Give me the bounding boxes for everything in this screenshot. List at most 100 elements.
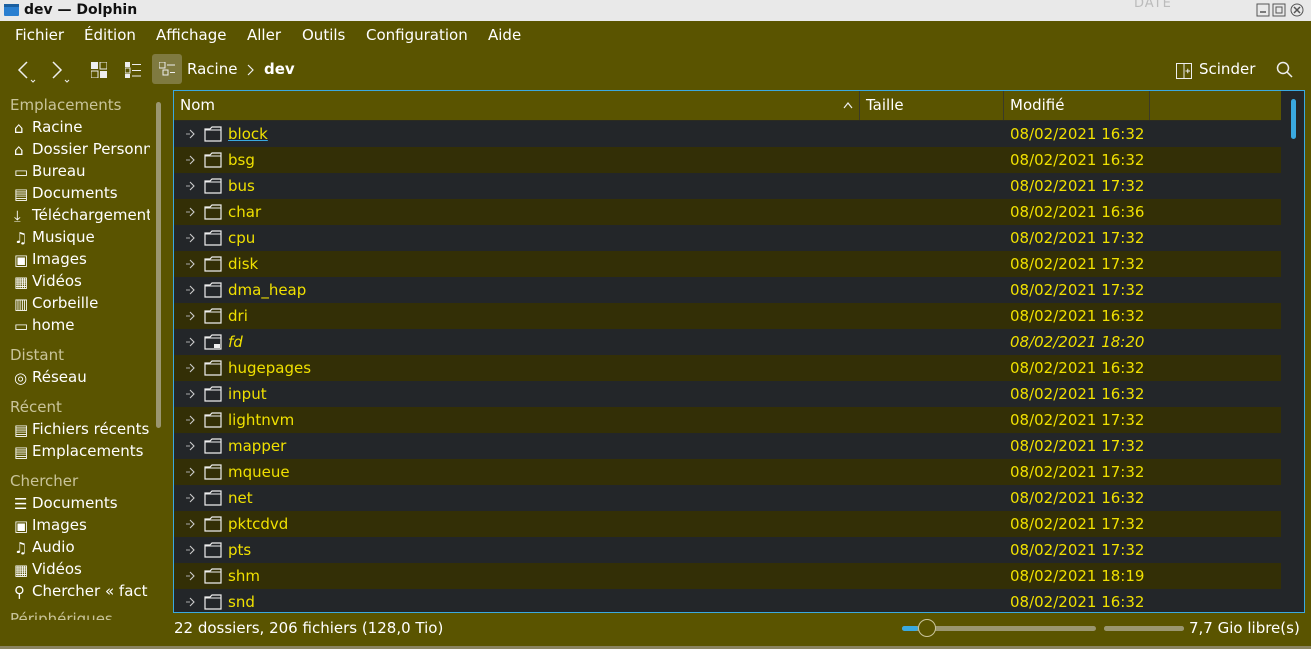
sidebar-item-emplacements-recents[interactable]: ▤ Emplacements [14, 442, 150, 460]
file-row[interactable]: bsg 08/02/2021 16:32 [174, 147, 1281, 173]
folder-icon [204, 542, 222, 558]
expand-icon[interactable] [184, 303, 198, 329]
file-row[interactable]: char 08/02/2021 16:36 [174, 199, 1281, 225]
sidebar-item-home[interactable]: ▭ home [14, 316, 150, 334]
file-modified: 08/02/2021 16:32 [1010, 125, 1145, 143]
sidebar-item-images[interactable]: ▣ Images [14, 250, 150, 268]
file-list-view[interactable]: Nom Taille Modifié block 08/02/2021 16:32… [173, 90, 1305, 613]
file-list-scrollbar-track[interactable] [1284, 91, 1304, 612]
zoom-slider[interactable] [902, 619, 1096, 637]
expand-icon[interactable] [184, 147, 198, 173]
folder-icon [204, 204, 222, 220]
zoom-slider-handle[interactable] [917, 619, 936, 637]
sidebar-item-bureau[interactable]: ▭ Bureau [14, 162, 150, 180]
expand-icon[interactable] [184, 329, 198, 355]
file-row[interactable]: pktcdvd 08/02/2021 17:32 [174, 511, 1281, 537]
expand-icon[interactable] [184, 589, 198, 613]
sidebar-item-racine[interactable]: ⌂ Racine [14, 118, 150, 136]
file-row[interactable]: pts 08/02/2021 17:32 [174, 537, 1281, 563]
back-icon[interactable] [14, 60, 40, 84]
sidebar-item-reseau[interactable]: ◎ Réseau [14, 368, 150, 386]
file-modified: 08/02/2021 17:32 [1010, 463, 1145, 481]
sidebar-item-fichiers-recents[interactable]: ▤ Fichiers récents [14, 420, 150, 438]
forward-icon[interactable] [48, 60, 74, 84]
file-name: mapper [228, 437, 287, 455]
sidebar-item-dossier-personnel[interactable]: ⌂Dossier Personnel [14, 140, 150, 158]
breadcrumb-root[interactable]: Racine [187, 60, 237, 78]
file-row[interactable]: block 08/02/2021 16:32 [174, 121, 1281, 147]
video-icon: ▦ [14, 273, 29, 290]
file-name: fd [228, 333, 243, 351]
menu-aide[interactable]: Aide [488, 26, 521, 44]
file-row[interactable]: net 08/02/2021 16:32 [174, 485, 1281, 511]
expand-icon[interactable] [184, 173, 198, 199]
sidebar-item-search-audio[interactable]: ♫ Audio [14, 538, 150, 556]
file-row[interactable]: mqueue 08/02/2021 17:32 [174, 459, 1281, 485]
menu-outils[interactable]: Outils [302, 26, 345, 44]
split-button[interactable]: Scinder [1170, 54, 1260, 84]
file-row[interactable]: disk 08/02/2021 17:32 [174, 251, 1281, 277]
network-icon: ◎ [14, 369, 28, 386]
sidebar-item-search-videos[interactable]: ▦ Vidéos [14, 560, 150, 578]
expand-icon[interactable] [184, 511, 198, 537]
file-row[interactable]: snd 08/02/2021 16:32 [174, 589, 1281, 613]
folder-icon [204, 386, 222, 402]
maximize-icon[interactable] [1272, 3, 1286, 17]
details-view-button[interactable] [152, 54, 182, 84]
expand-icon[interactable] [184, 199, 198, 225]
expand-icon[interactable] [184, 537, 198, 563]
sidebar-item-videos[interactable]: ▦ Vidéos [14, 272, 150, 290]
expand-icon[interactable] [184, 485, 198, 511]
file-row[interactable]: dri 08/02/2021 16:32 [174, 303, 1281, 329]
file-row[interactable]: dma_heap 08/02/2021 17:32 [174, 277, 1281, 303]
expand-icon[interactable] [184, 121, 198, 147]
folder-icon [204, 594, 222, 610]
expand-icon[interactable] [184, 277, 198, 303]
column-header-name[interactable]: Nom [174, 91, 860, 120]
column-header-size[interactable]: Taille [860, 91, 1004, 120]
column-header-modified[interactable]: Modifié [1004, 91, 1150, 120]
menu-fichier[interactable]: Fichier [15, 26, 64, 44]
icons-view-button[interactable] [84, 54, 114, 84]
file-row[interactable]: input 08/02/2021 16:32 [174, 381, 1281, 407]
free-space-bar-fill [1104, 626, 1184, 631]
file-row[interactable]: hugepages 08/02/2021 16:32 [174, 355, 1281, 381]
file-row[interactable]: cpu 08/02/2021 17:32 [174, 225, 1281, 251]
menu-configuration[interactable]: Configuration [366, 26, 468, 44]
expand-icon[interactable] [184, 459, 198, 485]
file-row[interactable]: shm 08/02/2021 18:19 [174, 563, 1281, 589]
title-bar[interactable]: dev — Dolphin DATE [0, 0, 1311, 21]
sidebar-item-search-fact[interactable]: ⚲ Chercher « fact [14, 582, 150, 600]
expand-icon[interactable] [184, 225, 198, 251]
menu-edition[interactable]: Édition [84, 26, 136, 44]
expand-icon[interactable] [184, 355, 198, 381]
breadcrumb-current[interactable]: dev [264, 60, 295, 78]
sidebar-item-corbeille[interactable]: ▥ Corbeille [14, 294, 150, 312]
expand-icon[interactable] [184, 381, 198, 407]
sidebar-item-documents[interactable]: ▤ Documents [14, 184, 150, 202]
expand-icon[interactable] [184, 563, 198, 589]
file-row[interactable]: bus 08/02/2021 17:32 [174, 173, 1281, 199]
expand-icon[interactable] [184, 251, 198, 277]
compact-view-button[interactable] [118, 54, 148, 84]
sidebar-item-telechargements[interactable]: ⤓ Téléchargements [14, 206, 150, 224]
expand-icon[interactable] [184, 407, 198, 433]
menu-aller[interactable]: Aller [247, 26, 281, 44]
file-row[interactable]: mapper 08/02/2021 17:32 [174, 433, 1281, 459]
file-modified: 08/02/2021 17:32 [1010, 411, 1145, 429]
close-icon[interactable] [1290, 3, 1304, 17]
free-space-label: 7,7 Gio libre(s) [1189, 619, 1300, 637]
file-list-scrollbar-handle[interactable] [1291, 99, 1296, 139]
menu-affichage[interactable]: Affichage [156, 26, 226, 44]
trash-icon: ▥ [14, 295, 29, 312]
file-row[interactable]: lightnvm 08/02/2021 17:32 [174, 407, 1281, 433]
minimize-icon[interactable] [1256, 3, 1270, 17]
dolphin-app-icon [4, 4, 19, 16]
expand-icon[interactable] [184, 433, 198, 459]
sidebar-item-musique[interactable]: ♫ Musique [14, 228, 150, 246]
sidebar-vertical-scrollbar[interactable] [156, 102, 161, 428]
file-row[interactable]: fd 08/02/2021 18:20 [174, 329, 1281, 355]
search-icon[interactable] [1276, 61, 1294, 79]
sidebar-item-search-documents[interactable]: ☰ Documents [14, 494, 150, 512]
sidebar-item-search-images[interactable]: ▣ Images [14, 516, 150, 534]
